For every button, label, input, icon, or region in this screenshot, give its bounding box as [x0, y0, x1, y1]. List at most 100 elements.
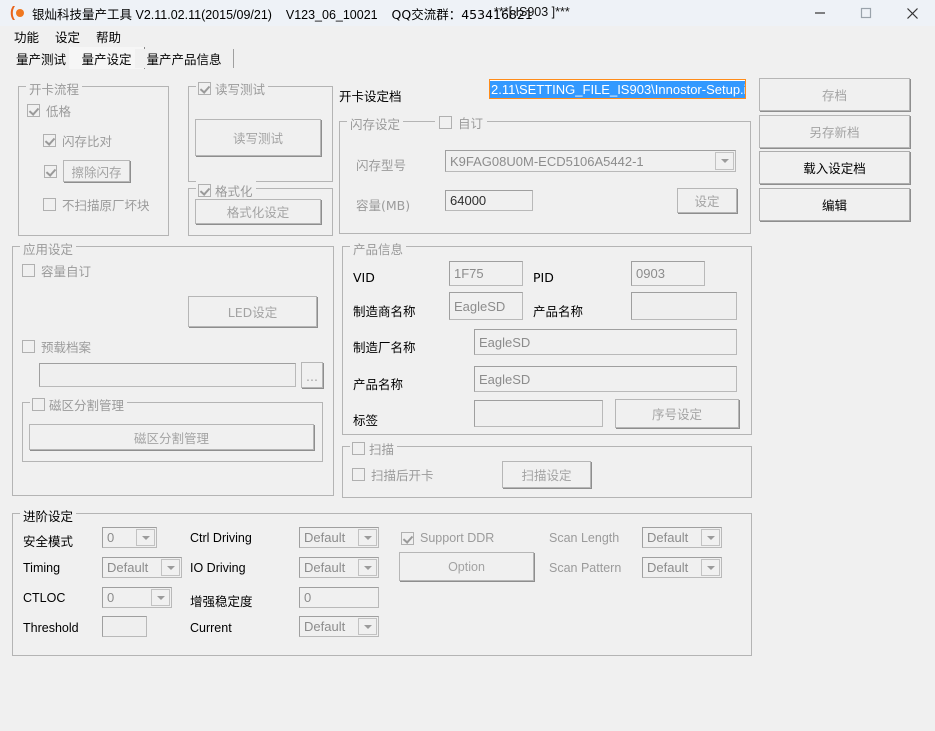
tab-mass-production-test[interactable]: 量产测试 — [4, 49, 79, 68]
load-setting-file-button[interactable]: 载入设定档 — [759, 151, 910, 184]
flash-set-button[interactable]: 设定 — [677, 188, 737, 213]
checkbox-flash-compare[interactable]: 闪存比对 — [43, 131, 112, 150]
security-mode-combobox[interactable]: 0 — [102, 527, 157, 548]
led-setting-button[interactable]: LED设定 — [188, 296, 317, 327]
browse-file-button[interactable]: ... — [301, 362, 323, 388]
current-combobox[interactable]: Default — [299, 616, 379, 637]
product-name-top-input[interactable] — [631, 292, 737, 320]
checkbox-preload-file[interactable]: 预载档案 — [22, 337, 91, 356]
format-setting-button[interactable]: 格式化设定 — [195, 199, 321, 224]
vendor-input[interactable]: EagleSD — [449, 292, 523, 320]
flash-model-label: 闪存型号 — [356, 155, 406, 174]
window-title-chip: ***[ IS903 ]*** — [494, 5, 570, 19]
partition-management-group-label[interactable]: 磁区分割管理 — [30, 395, 127, 414]
chevron-down-icon[interactable] — [715, 152, 734, 170]
chevron-down-icon[interactable] — [358, 529, 377, 546]
open-card-after-scan-label: 扫描后开卡 — [371, 465, 434, 484]
setting-file-input[interactable]: 2.11\SETTING_FILE_IS903\Innostor-Setup.i… — [489, 79, 746, 99]
read-write-test-checkbox-icon — [198, 82, 211, 95]
timing-combobox[interactable]: Default — [102, 557, 182, 578]
ctrl-driving-combobox[interactable]: Default — [299, 527, 379, 548]
read-write-test-button[interactable]: 读写测试 — [195, 119, 321, 156]
scan-setting-button[interactable]: 扫描设定 — [502, 461, 591, 488]
scan-pattern-value: Default — [643, 560, 701, 575]
chevron-down-icon[interactable] — [161, 559, 180, 576]
minimize-button[interactable] — [797, 0, 843, 26]
card-flow-group-label: 开卡流程 — [26, 79, 82, 98]
product-info-group: 产品信息 VID 1F75 PID 0903 制造商名称 EagleSD 产品名… — [342, 246, 752, 435]
scan-length-combobox[interactable]: Default — [642, 527, 722, 548]
chevron-down-icon[interactable] — [701, 559, 720, 576]
checkbox-flash-custom[interactable]: 自订 — [435, 113, 487, 132]
close-button[interactable] — [889, 0, 935, 26]
capacity-label: 容量(MB) — [356, 195, 410, 214]
capacity-custom-label: 容量自订 — [41, 261, 91, 280]
scan-length-label: Scan Length — [549, 531, 619, 545]
chevron-down-icon[interactable] — [701, 529, 720, 546]
maximize-button[interactable] — [843, 0, 889, 26]
tag-input[interactable] — [474, 400, 603, 427]
io-driving-combobox[interactable]: Default — [299, 557, 379, 578]
read-write-test-group-label[interactable]: 读写测试 — [196, 79, 268, 98]
threshold-label: Threshold — [23, 621, 79, 635]
format-group-label[interactable]: 格式化 — [196, 181, 256, 200]
erase-flash-button[interactable]: 擦除闪存 — [63, 160, 130, 182]
save-file-button[interactable]: 存档 — [759, 78, 910, 111]
edit-button[interactable]: 编辑 — [759, 188, 910, 221]
flash-model-combobox[interactable]: K9FAG08U0M-ECD5106A5442-1 — [445, 150, 736, 172]
menu-item-settings[interactable]: 设定 — [47, 26, 88, 47]
checkbox-no-scan-factory-bad-block[interactable]: 不扫描原厂坏块 — [43, 195, 150, 214]
checkbox-support-ddr[interactable]: Support DDR — [401, 531, 494, 545]
factory-input[interactable]: EagleSD — [474, 329, 737, 355]
tab-mass-production-settings[interactable]: 量产设定 — [69, 47, 145, 69]
no-scan-factory-bad-label: 不扫描原厂坏块 — [62, 195, 150, 214]
ctloc-combobox[interactable]: 0 — [102, 587, 172, 608]
open-card-after-scan-checkbox-icon — [352, 468, 365, 481]
save-as-file-button[interactable]: 另存新档 — [759, 115, 910, 148]
chevron-down-icon[interactable] — [136, 529, 155, 546]
capacity-input[interactable]: 64000 — [445, 190, 533, 211]
security-mode-value: 0 — [103, 530, 136, 545]
chevron-down-icon[interactable] — [358, 559, 377, 576]
advanced-setting-group-label: 进阶设定 — [20, 506, 76, 525]
chevron-down-icon[interactable] — [151, 589, 170, 606]
preload-path-input[interactable] — [39, 363, 296, 387]
product-name-input[interactable]: EagleSD — [474, 366, 737, 392]
checkbox-low-format[interactable]: 低格 — [27, 101, 71, 120]
flash-setting-group: 闪存设定 自订 闪存型号 K9FAG08U0M-ECD5106A5442-1 容… — [339, 121, 751, 234]
scan-length-value: Default — [643, 530, 701, 545]
ctloc-value: 0 — [103, 590, 151, 605]
advanced-setting-group: 进阶设定 安全模式 0 Timing Default CTLOC 0 Thres… — [12, 513, 752, 656]
pid-input[interactable]: 0903 — [631, 261, 705, 286]
option-button[interactable]: Option — [399, 552, 534, 581]
enhanced-stability-input[interactable]: 0 — [299, 587, 379, 608]
tab-mass-production-product-info[interactable]: 量产产品信息 — [135, 49, 234, 68]
erase-flash-checkbox-icon[interactable] — [44, 165, 57, 178]
vid-input[interactable]: 1F75 — [449, 261, 523, 286]
product-name-label: 产品名称 — [353, 374, 403, 393]
checkbox-open-card-after-scan[interactable]: 扫描后开卡 — [352, 465, 434, 484]
format-checkbox-icon — [198, 184, 211, 197]
timing-label: Timing — [23, 561, 60, 575]
checkbox-capacity-custom[interactable]: 容量自订 — [22, 261, 91, 280]
serial-setting-button[interactable]: 序号设定 — [615, 399, 739, 428]
application-setting-group-label: 应用设定 — [20, 239, 76, 258]
format-title: 格式化 — [215, 181, 253, 200]
no-scan-factory-bad-checkbox-icon — [43, 198, 56, 211]
partition-management-button[interactable]: 磁区分割管理 — [29, 424, 314, 450]
flash-setting-group-label: 闪存设定 — [347, 114, 403, 133]
window-title-app: 银灿科技量产工具 — [32, 7, 132, 22]
flash-custom-checkbox-icon — [439, 116, 452, 129]
menu-item-function[interactable]: 功能 — [6, 26, 47, 47]
application-setting-group: 应用设定 容量自订 LED设定 预载档案 ... 磁区分割管理 磁区分割管理 — [12, 246, 334, 496]
setting-file-label: 开卡设定档 — [339, 86, 402, 105]
menu-item-help[interactable]: 帮助 — [88, 26, 129, 47]
product-info-group-label: 产品信息 — [350, 239, 406, 258]
support-ddr-label: Support DDR — [420, 531, 494, 545]
scan-group-label[interactable]: 扫描 — [350, 439, 397, 458]
chevron-down-icon[interactable] — [358, 618, 377, 635]
app-logo-icon: ( — [6, 0, 28, 26]
read-write-test-group: 读写测试 读写测试 — [188, 86, 333, 182]
threshold-input[interactable] — [102, 616, 147, 637]
scan-pattern-combobox[interactable]: Default — [642, 557, 722, 578]
